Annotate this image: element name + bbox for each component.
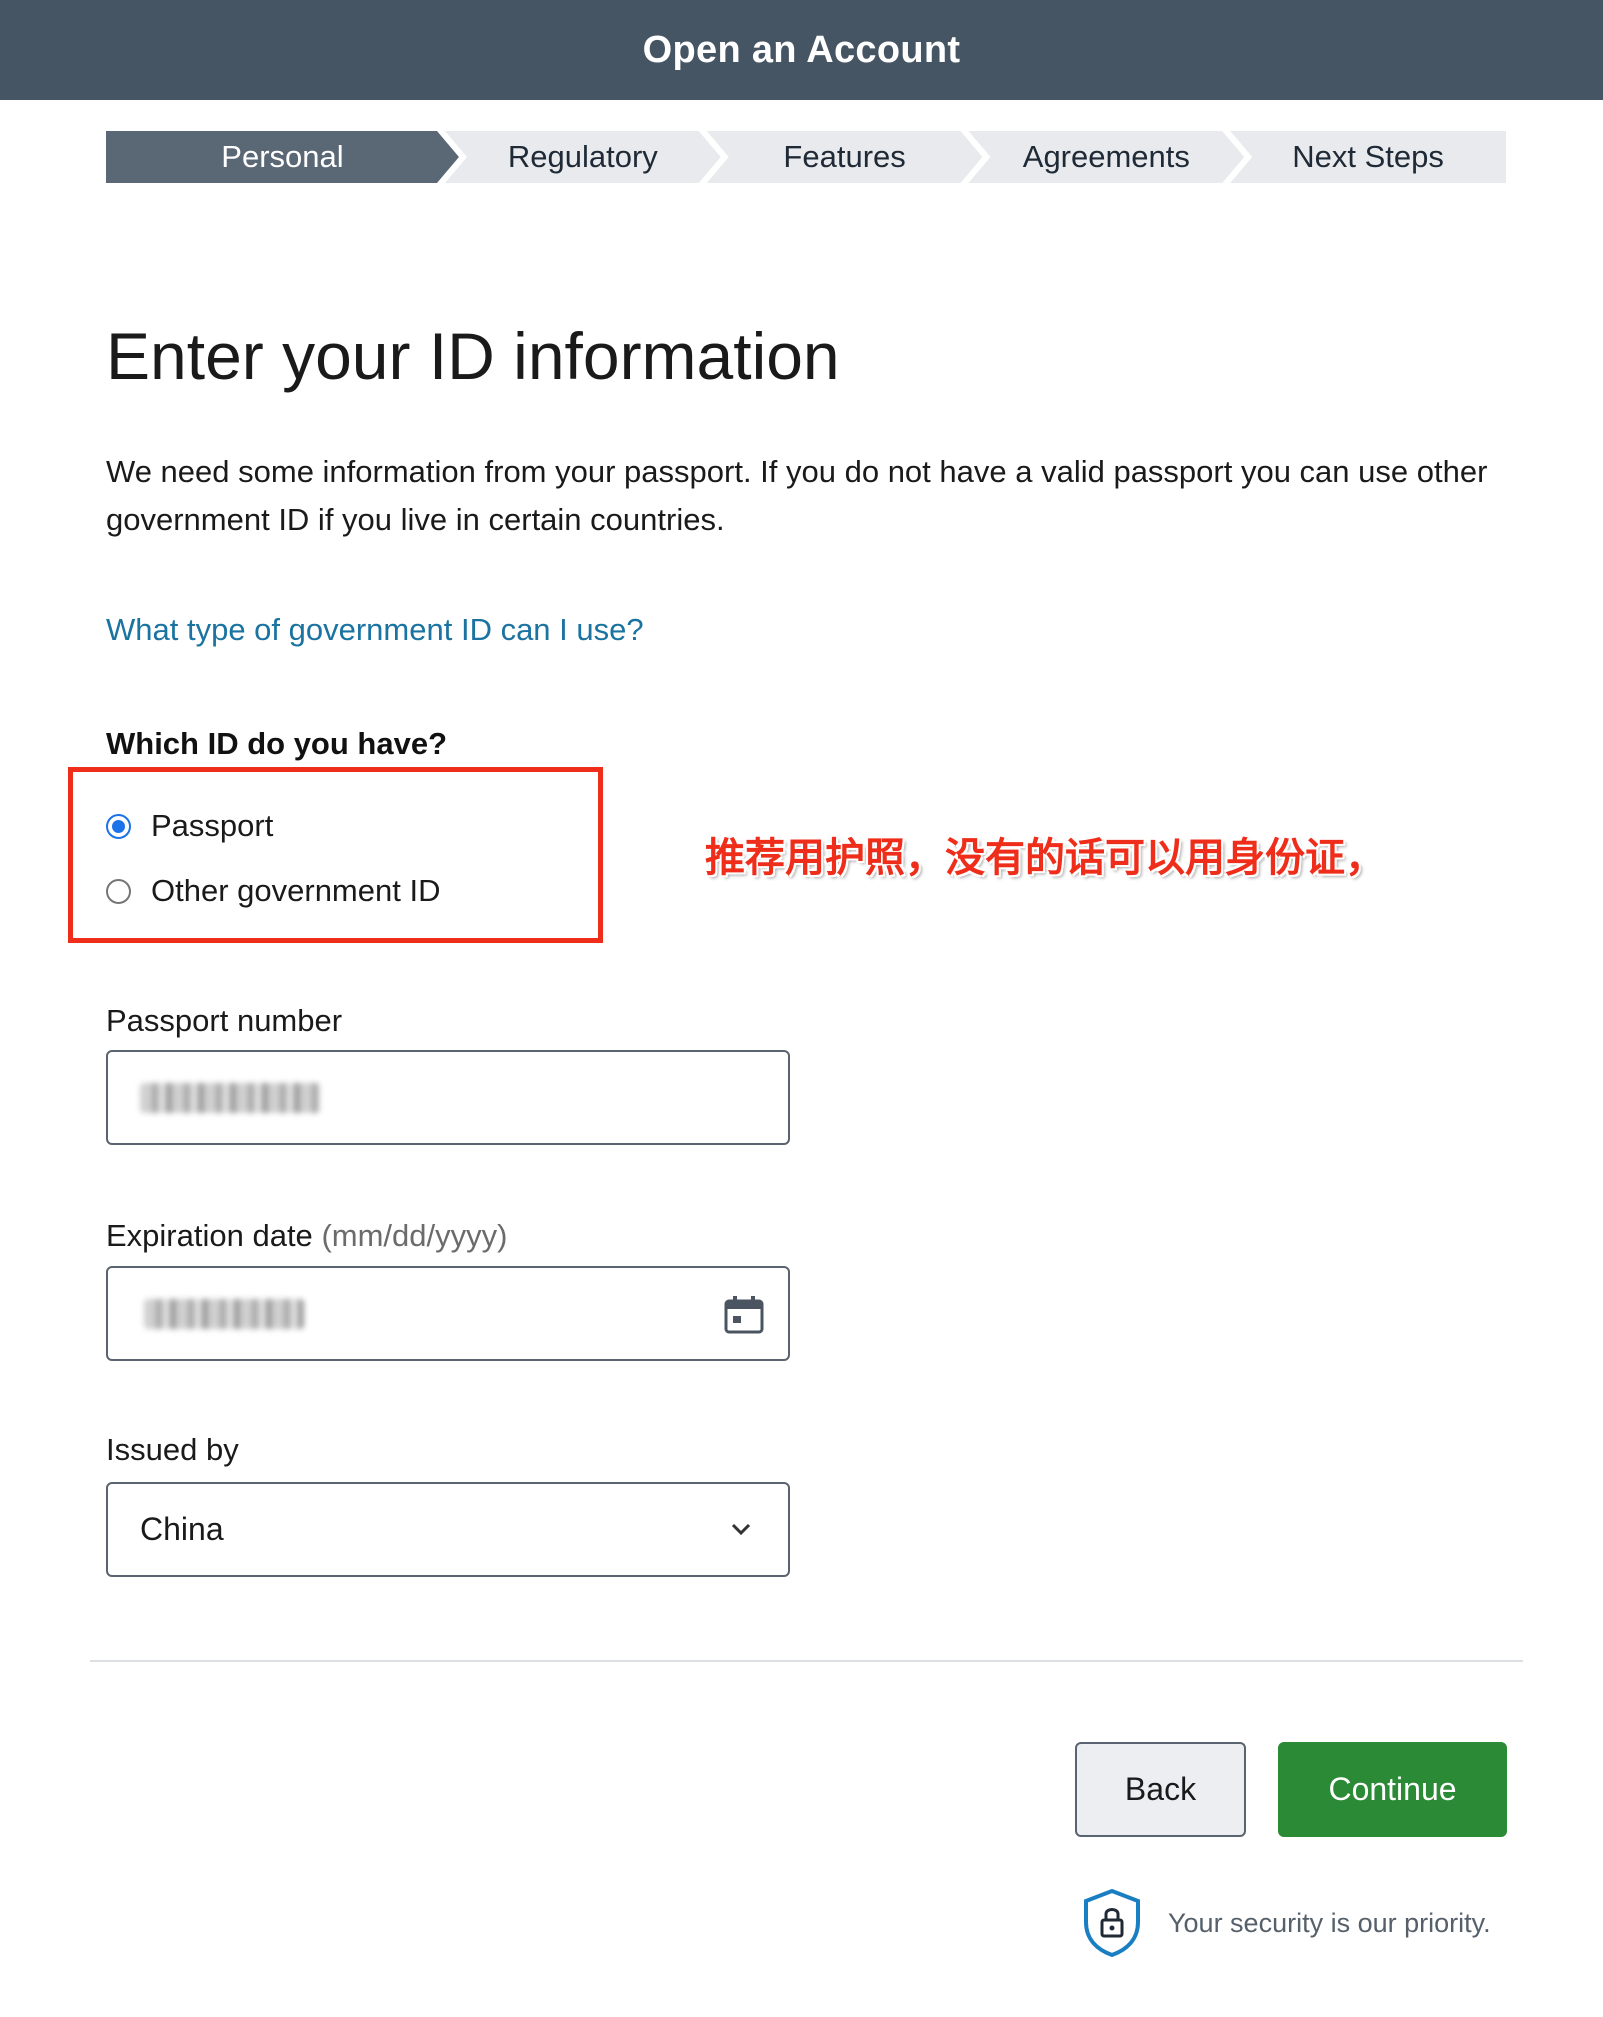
issued-by-value: China [140, 1511, 224, 1547]
id-type-question: Which ID do you have? [106, 726, 448, 761]
radio-passport-label: Passport [151, 808, 274, 843]
expiration-date-hint: (mm/dd/yyyy) [321, 1218, 508, 1253]
chevron-down-icon [731, 1523, 751, 1536]
continue-button[interactable]: Continue [1278, 1742, 1507, 1837]
issued-by-select[interactable]: China [106, 1482, 790, 1577]
step-agreements: Agreements [968, 131, 1244, 183]
step-regulatory: Regulatory [445, 131, 721, 183]
passport-number-input[interactable] [106, 1050, 790, 1145]
expiration-date-label-text: Expiration date [106, 1218, 313, 1253]
radio-other-government-id[interactable]: Other government ID [106, 873, 440, 909]
id-help-link[interactable]: What type of government ID can I use? [106, 612, 644, 648]
radio-passport[interactable]: Passport [106, 808, 273, 844]
radio-other-id-input[interactable] [106, 878, 131, 904]
expiration-date-label: Expiration date (mm/dd/yyyy) [106, 1218, 507, 1254]
header-bar: Open an Account [0, 0, 1603, 100]
issued-by-label: Issued by [106, 1432, 239, 1467]
back-button[interactable]: Back [1075, 1742, 1246, 1837]
intro-text: We need some information from your passp… [106, 454, 1488, 537]
annotation-highlight-box [68, 767, 603, 943]
divider [90, 1660, 1523, 1662]
redacted-value [144, 1298, 304, 1329]
radio-passport-input[interactable] [106, 813, 131, 839]
progress-steps: Personal Regulatory Features Agreements … [106, 131, 1506, 183]
expiration-date-input[interactable] [106, 1266, 790, 1361]
step-personal: Personal [106, 131, 459, 183]
passport-number-label: Passport number [106, 1003, 343, 1038]
security-note: Your security is our priority. [1080, 1888, 1491, 1958]
shield-lock-icon [1084, 1888, 1140, 1958]
annotation-text: 推荐用护照，没有的话可以用身份证， [705, 835, 1385, 881]
step-next-steps: Next Steps [1230, 131, 1506, 183]
page-title: Enter your ID information [106, 319, 840, 393]
radio-other-id-label: Other government ID [151, 873, 441, 908]
security-text: Your security is our priority. [1168, 1907, 1491, 1938]
redacted-value [140, 1082, 320, 1113]
page-header-title: Open an Account [642, 28, 961, 71]
calendar-icon[interactable] [724, 1296, 764, 1334]
step-features: Features [707, 131, 983, 183]
